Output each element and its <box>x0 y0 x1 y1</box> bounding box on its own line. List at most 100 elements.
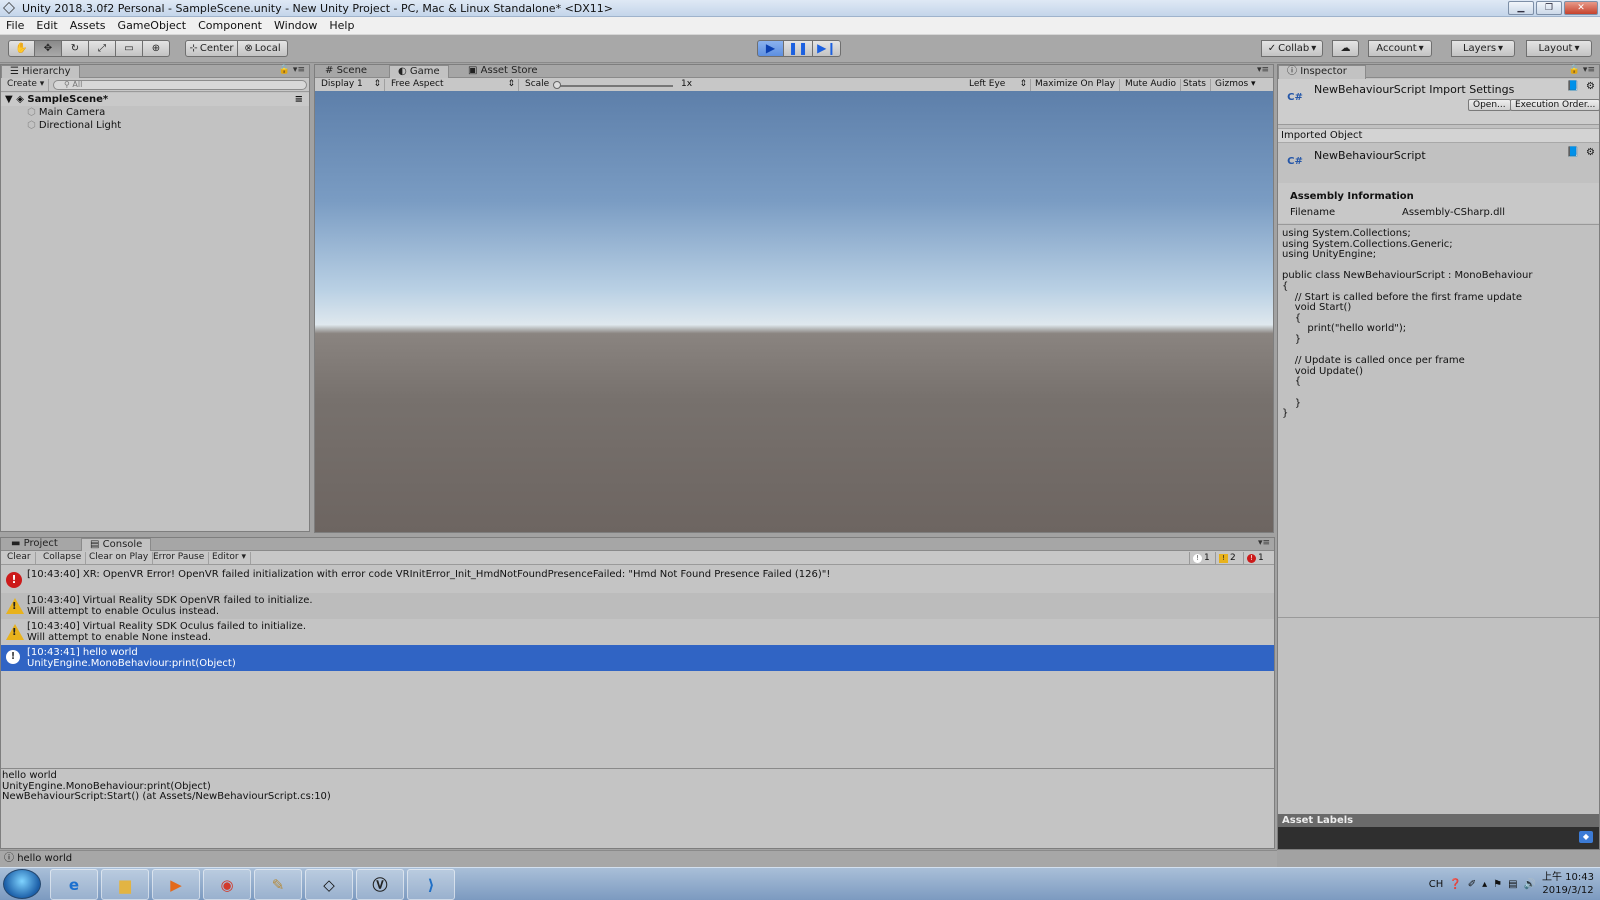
collab-label: Collab <box>1278 43 1310 54</box>
maximize-on-play-toggle[interactable]: Maximize On Play <box>1031 79 1120 91</box>
menu-assets[interactable]: Assets <box>64 17 112 34</box>
menu-edit[interactable]: Edit <box>30 17 63 34</box>
error-count-toggle[interactable]: ! 1 <box>1243 552 1267 564</box>
scale-tool-icon[interactable]: ⤢ <box>89 40 116 57</box>
collapse-toggle[interactable]: Collapse <box>39 552 87 564</box>
log-entry-warning[interactable]: ! [10:43:40] Virtual Reality SDK OpenVR … <box>1 593 1274 619</box>
volume-icon[interactable]: 🔊 <box>1524 879 1536 890</box>
chrome-icon[interactable]: ◉ <box>203 869 251 900</box>
list-item[interactable]: ⬡ Main Camera <box>1 106 309 119</box>
scene-menu-icon[interactable]: ≡ <box>295 93 303 106</box>
gizmos-dropdown[interactable]: Gizmos ▾ <box>1211 79 1260 91</box>
unity-taskbar-icon[interactable]: ◇ <box>305 869 353 900</box>
panel-menu-icon[interactable]: ▾≡ <box>1257 65 1269 75</box>
log-line1: [10:43:40] XR: OpenVR Error! OpenVR fail… <box>27 569 831 580</box>
editor-dropdown[interactable]: Editor ▾ <box>208 552 252 564</box>
collab-dropdown[interactable]: ✓ Collab ▾ <box>1261 40 1323 57</box>
tab-inspector[interactable]: ⓘ Inspector <box>1278 65 1366 79</box>
panel-menu-icon[interactable]: 🔒 ▾≡ <box>279 65 305 75</box>
detail-line: NewBehaviourScript:Start() (at Assets/Ne… <box>2 791 331 802</box>
pen-icon[interactable]: ✐ <box>1468 879 1476 890</box>
scene-row[interactable]: ▼ ◈ SampleScene* ≡ <box>1 93 309 106</box>
cloud-button[interactable]: ☁ <box>1332 40 1359 57</box>
scale-slider-handle[interactable] <box>553 81 561 89</box>
log-entry-error[interactable]: ! [10:43:40] XR: OpenVR Error! OpenVR fa… <box>1 567 1274 593</box>
language-indicator[interactable]: CH <box>1429 879 1444 890</box>
file-explorer-icon[interactable]: ▆ <box>101 869 149 900</box>
move-tool-icon[interactable]: ✥ <box>35 40 62 57</box>
tab-scene[interactable]: # Scene <box>317 65 375 78</box>
media-player-icon[interactable]: ▶ <box>152 869 200 900</box>
error-count: 1 <box>1258 552 1264 563</box>
tab-hierarchy[interactable]: ☰ Hierarchy <box>1 65 80 79</box>
console-detail-pane[interactable]: hello world UnityEngine.MonoBehaviour:pr… <box>1 768 1274 848</box>
clear-on-play-toggle[interactable]: Clear on Play <box>85 552 154 564</box>
log-entry-warning[interactable]: ! [10:43:40] Virtual Reality SDK Oculus … <box>1 619 1274 645</box>
account-dropdown[interactable]: Account ▾ <box>1368 40 1432 57</box>
rotate-tool-icon[interactable]: ↻ <box>62 40 89 57</box>
aspect-dropdown[interactable]: Free Aspect ⇕ <box>387 79 519 91</box>
display-dropdown[interactable]: Display 1 ⇕ <box>317 79 385 91</box>
tab-project[interactable]: ▬ Project <box>3 538 66 551</box>
settings-gear-icon[interactable]: ⚙ <box>1586 81 1595 92</box>
tab-asset-store[interactable]: ▣ Asset Store <box>460 65 546 78</box>
menu-window[interactable]: Window <box>268 17 323 34</box>
play-icon: ▶ <box>765 41 776 55</box>
error-pause-toggle[interactable]: Error Pause <box>149 552 210 564</box>
log-entry-info-selected[interactable]: ! [10:43:41] hello world UnityEngine.Mon… <box>1 645 1274 671</box>
settings-gear-icon[interactable]: ⚙ <box>1586 147 1595 158</box>
flag-icon[interactable]: ⚑ <box>1493 879 1502 890</box>
panel-menu-icon[interactable]: ▾≡ <box>1258 538 1270 548</box>
menu-component[interactable]: Component <box>192 17 268 34</box>
tab-console[interactable]: ▤ Console <box>81 538 152 552</box>
vscode-icon[interactable]: ⟩ <box>407 869 455 900</box>
panel-menu-icon[interactable]: 🔒 ▾≡ <box>1569 65 1595 75</box>
close-button[interactable]: ✕ <box>1564 1 1598 15</box>
game-render-view[interactable] <box>315 91 1273 532</box>
layers-dropdown[interactable]: Layers ▾ <box>1451 40 1515 57</box>
restore-button[interactable]: ❐ <box>1536 1 1562 15</box>
rect-tool-icon[interactable]: ▭ <box>116 40 143 57</box>
pause-button[interactable]: ❚❚ <box>784 40 814 57</box>
pivot-local-button[interactable]: ⊗ Local <box>238 40 288 57</box>
scale-slider-track[interactable] <box>555 85 673 87</box>
transform-tool-icon[interactable]: ⊕ <box>143 40 170 57</box>
menu-help[interactable]: Help <box>323 17 360 34</box>
eye-dropdown[interactable]: Left Eye ⇕ <box>965 79 1031 91</box>
open-button[interactable]: Open... <box>1468 99 1511 111</box>
step-button[interactable]: ▶❙ <box>813 40 842 57</box>
layout-dropdown[interactable]: Layout ▾ <box>1526 40 1592 57</box>
create-dropdown[interactable]: Create ▾ <box>3 79 50 91</box>
hand-tool-icon[interactable]: ✋ <box>8 40 35 57</box>
warning-count-toggle[interactable]: ! 2 <box>1215 552 1239 564</box>
network-icon[interactable]: ▤ <box>1508 879 1517 890</box>
menu-gameobject[interactable]: GameObject <box>112 17 193 34</box>
stats-toggle[interactable]: Stats <box>1179 79 1211 91</box>
list-item[interactable]: ⬡ Directional Light <box>1 119 309 132</box>
clock[interactable]: 上午 10:43 2019/3/12 <box>1542 871 1594 897</box>
create-label: Create <box>7 79 37 89</box>
status-bar[interactable]: ⓘ hello world <box>0 850 1277 867</box>
clear-button[interactable]: Clear <box>3 552 36 564</box>
pivot-center-button[interactable]: ⊹ Center <box>185 40 238 57</box>
info-count-toggle[interactable]: ! 1 <box>1189 552 1213 564</box>
help-icon[interactable]: ❓ <box>1449 879 1461 890</box>
help-book-icon[interactable]: 📘 <box>1567 147 1579 158</box>
mute-audio-toggle[interactable]: Mute Audio <box>1121 79 1181 91</box>
menu-file[interactable]: File <box>0 17 30 34</box>
help-book-icon[interactable]: 📘 <box>1567 81 1579 92</box>
window-title: Unity 2018.3.0f2 Personal - SampleScene.… <box>22 2 614 15</box>
minimize-button[interactable]: ▁ <box>1508 1 1534 15</box>
divider <box>1278 224 1599 225</box>
tab-game[interactable]: ◐ Game <box>389 65 449 79</box>
show-hidden-icons-icon[interactable]: ▴ <box>1482 879 1487 890</box>
start-button[interactable] <box>3 869 41 899</box>
execution-order-button[interactable]: Execution Order... <box>1510 99 1600 111</box>
vr-app-icon[interactable]: Ⓥ <box>356 869 404 900</box>
paint-icon[interactable]: ✎ <box>254 869 302 900</box>
info-icon: ⓘ <box>1287 66 1301 77</box>
label-tag-icon[interactable]: ◆ <box>1579 831 1593 843</box>
play-button[interactable]: ▶ <box>757 40 784 57</box>
internet-explorer-icon[interactable]: e <box>50 869 98 900</box>
hierarchy-search-input[interactable]: ⚲ All <box>53 80 307 90</box>
